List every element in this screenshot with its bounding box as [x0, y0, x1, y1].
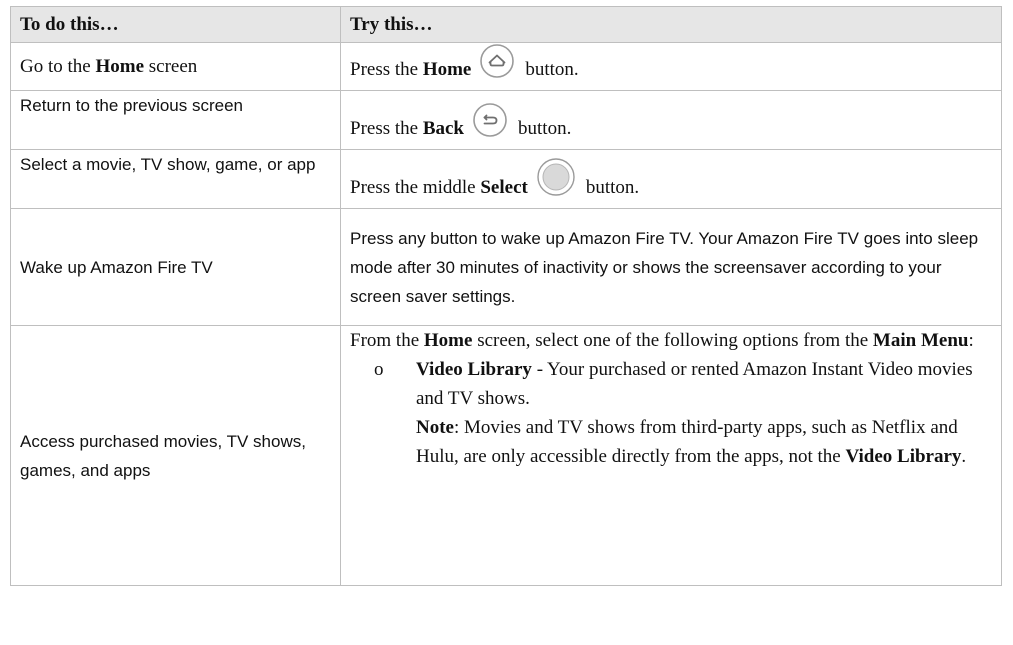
task-cell-wake: Wake up Amazon Fire TV [10, 208, 341, 326]
action-prefix-home: Press the [350, 59, 423, 80]
task-suffix-home: screen [144, 56, 198, 77]
action-cell-wake: Press any button to wake up Amazon Fire … [340, 208, 1002, 326]
action-suffix-select: button. [585, 177, 640, 198]
table-row-access: Access purchased movies, TV shows, games… [10, 325, 1002, 586]
task-cell-access: Access purchased movies, TV shows, games… [10, 325, 341, 586]
bullet-title: Video Library [416, 359, 532, 380]
note-end: . [961, 446, 967, 467]
task-text-home: Go to the [20, 56, 96, 77]
header-try-this: Try this… [340, 6, 1002, 43]
action-bold-home: Home [422, 59, 472, 80]
action-cell-access: From the Home screen, select one of the … [340, 325, 1002, 586]
video-library-bullet: o Video Library - Your purchased or rent… [374, 355, 987, 471]
access-intro: From the Home screen, select one of the … [350, 326, 987, 355]
task-bold-home: Home [95, 56, 145, 77]
select-icon [536, 157, 576, 206]
note-bold: Video Library [845, 446, 962, 467]
access-intro-bold-home: Home [423, 330, 473, 351]
action-cell-select: Press the middle Select button. [340, 149, 1002, 209]
action-bold-select: Select [480, 177, 528, 198]
note-paragraph: Note: Movies and TV shows from third-par… [416, 413, 987, 471]
access-intro-text-2: screen, select one of the following opti… [472, 330, 873, 351]
access-intro-bold-main-menu: Main Menu [872, 330, 969, 351]
table-row-wake: Wake up Amazon Fire TV Press any button … [10, 208, 1002, 326]
table-row-home: Go to the Home screen Press the Home butt… [10, 42, 1002, 91]
action-cell-home: Press the Home button. [340, 42, 1002, 91]
access-intro-text-1: From the [350, 330, 424, 351]
action-cell-back: Press the Back button. [340, 90, 1002, 150]
home-icon [479, 43, 515, 88]
task-cell-home: Go to the Home screen [10, 42, 341, 91]
task-cell-back: Return to the previous screen [10, 90, 341, 150]
back-icon [472, 102, 508, 147]
table-row-select: Select a movie, TV show, game, or app Pr… [10, 149, 1002, 209]
action-suffix-home: button. [525, 59, 579, 80]
task-cell-select: Select a movie, TV show, game, or app [10, 149, 341, 209]
action-prefix-select: Press the middle [350, 177, 481, 198]
table-header-row: To do this… Try this… [10, 6, 1002, 43]
note-label: Note [416, 417, 454, 438]
action-suffix-back: button. [518, 118, 572, 139]
access-intro-text-3: : [968, 330, 974, 351]
remote-controls-table: To do this… Try this… Go to the Home scr… [10, 6, 1002, 586]
action-prefix-back: Press the [350, 118, 423, 139]
action-bold-back: Back [422, 118, 465, 139]
bullet-glyph: o [374, 359, 384, 380]
table-row-back: Return to the previous screen Press the … [10, 90, 1002, 150]
header-to-do-this: To do this… [10, 6, 341, 43]
